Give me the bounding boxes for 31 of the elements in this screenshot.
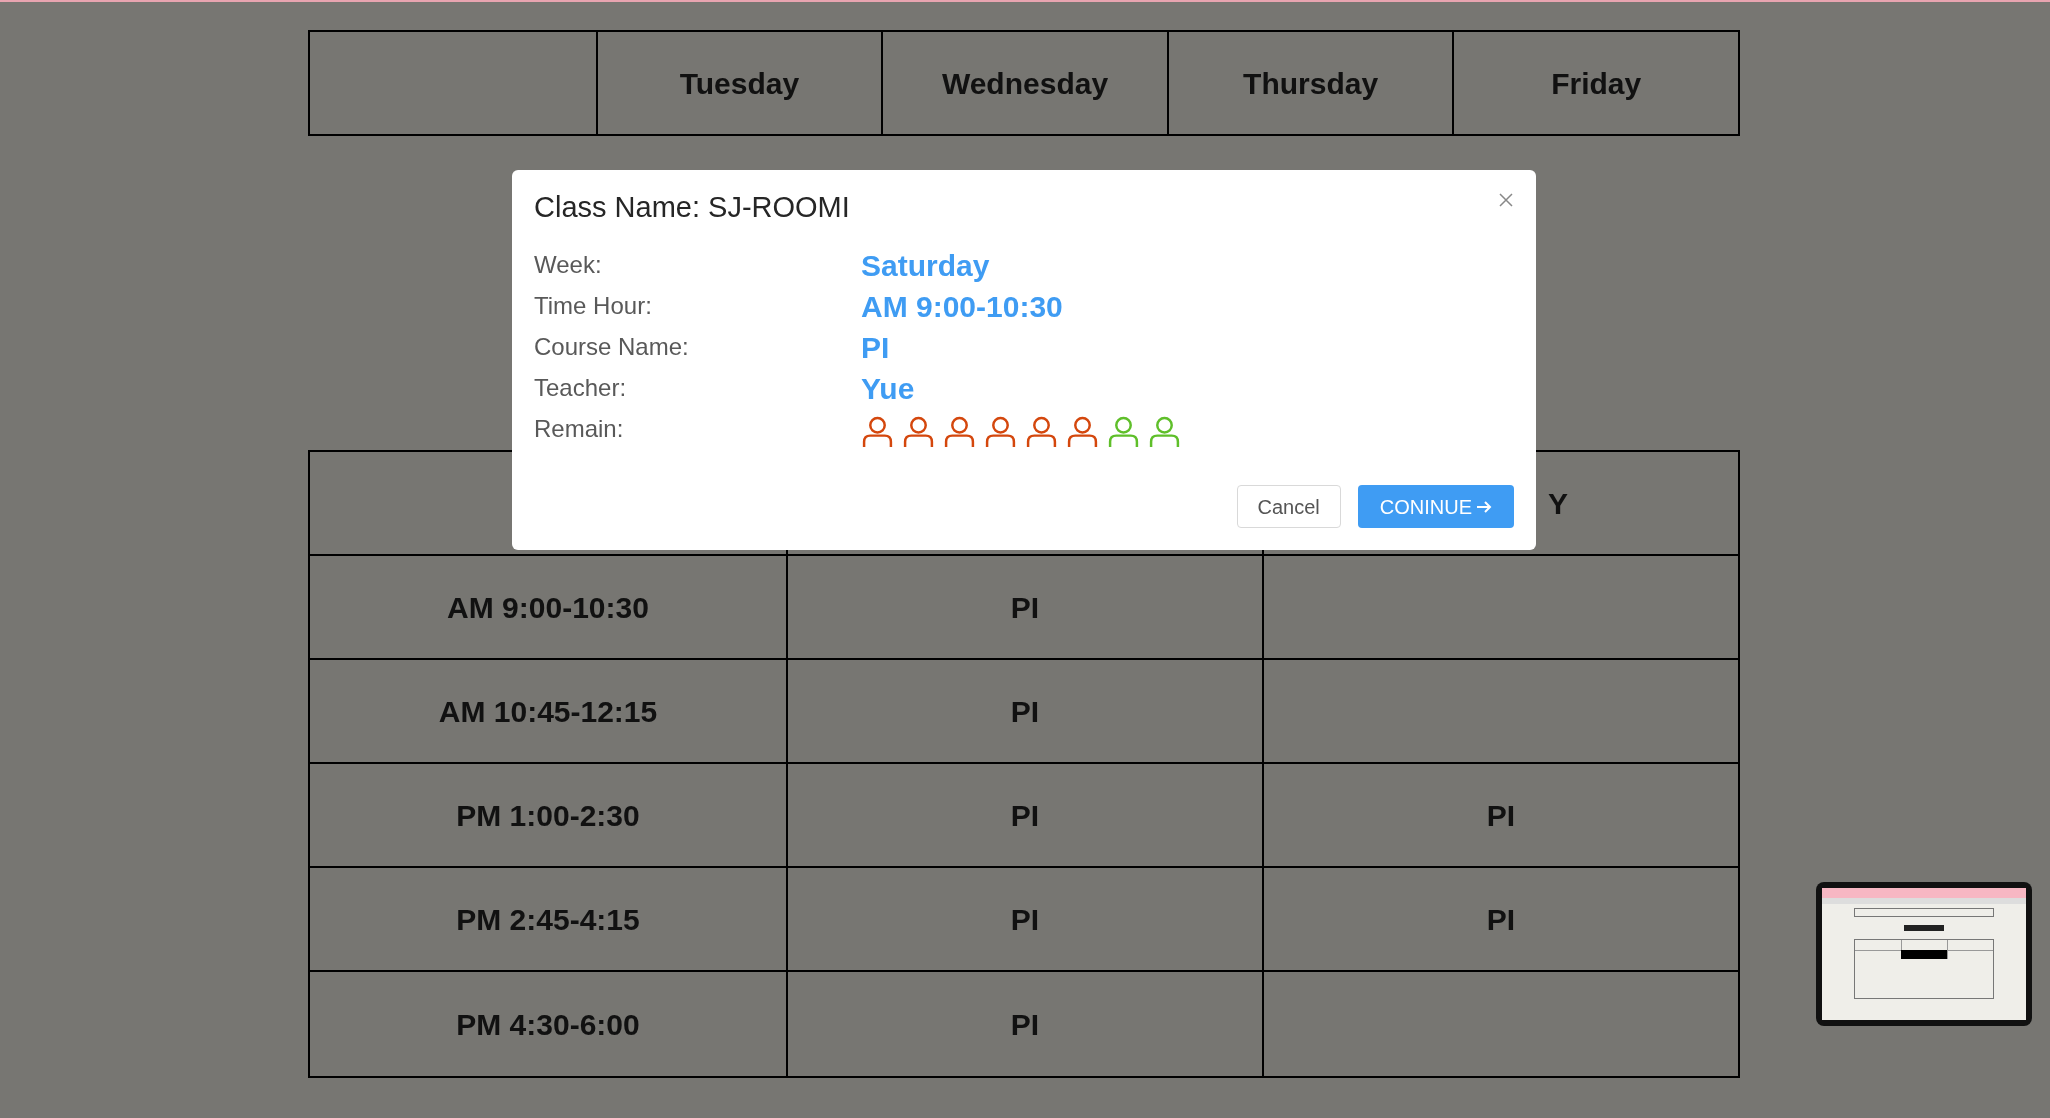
course-cell-text: PI [1486, 797, 1516, 834]
day-header: Friday [1551, 65, 1642, 102]
close-icon[interactable] [1498, 192, 1514, 208]
day-header: Tuesday [679, 65, 800, 102]
course-cell-text: PI [1010, 1006, 1040, 1043]
field-label: Remain: [534, 414, 625, 445]
time-cell-text: PM 2:45-4:15 [456, 901, 640, 938]
time-cell-text: PM 4:30-6:00 [456, 1006, 640, 1043]
day-header: Thursday [1243, 65, 1379, 102]
field-value: PI [861, 329, 890, 366]
day-header: Wednesday [941, 65, 1109, 102]
course-cell-text: PI [1010, 589, 1040, 626]
time-cell-text: AM 10:45-12:15 [438, 693, 658, 730]
screenshot-thumbnail-drawing[interactable] [1816, 882, 2032, 1026]
time-cell-text: AM 9:00-10:30 [447, 589, 649, 626]
column-header: Y [1548, 485, 1568, 522]
field-label: Course Name: [534, 332, 690, 363]
field-label: Time Hour: [534, 291, 653, 322]
field-label: Week: [534, 250, 603, 281]
field-value: Saturday [861, 247, 990, 284]
dialog-title: Class Name: SJ-ROOMI [534, 190, 850, 225]
course-cell-text: PI [1010, 901, 1040, 938]
course-cell-text: PI [1010, 693, 1040, 730]
field-value: AM 9:00-10:30 [861, 288, 1063, 325]
cancel-button[interactable]: Cancel [1236, 485, 1341, 528]
field-value: Yue [861, 370, 915, 407]
course-cell-text: PI [1486, 901, 1516, 938]
arrow-right-icon [1476, 498, 1492, 515]
field-label: Teacher: [534, 373, 628, 404]
time-cell-text: PM 1:00-2:30 [456, 797, 640, 834]
course-cell-text: PI [1010, 797, 1040, 834]
